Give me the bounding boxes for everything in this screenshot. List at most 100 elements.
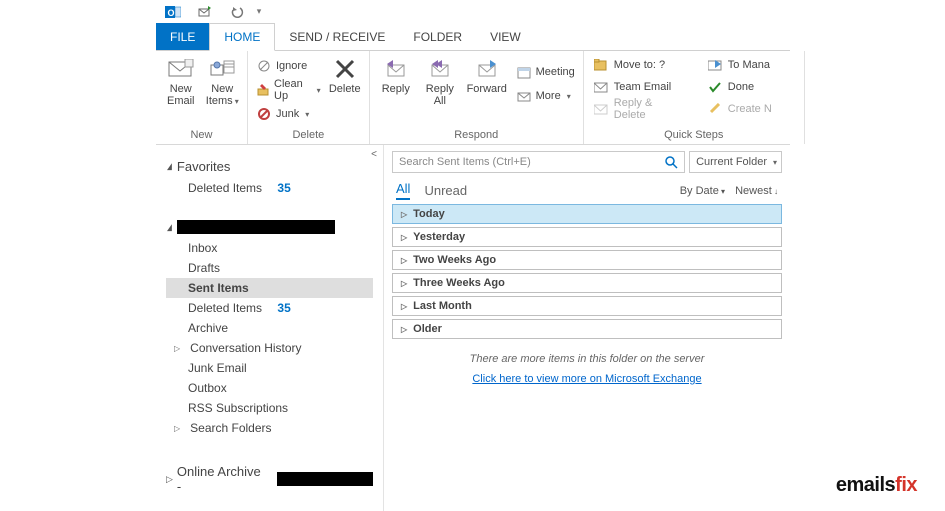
new-items-icon — [208, 57, 236, 81]
date-group-three-weeks[interactable]: ▷Three Weeks Ago — [392, 273, 782, 293]
reply-label: Reply — [382, 83, 410, 95]
nav-sent-items[interactable]: Sent Items — [166, 278, 373, 298]
nav-inbox[interactable]: Inbox — [166, 238, 373, 258]
reply-all-icon — [426, 57, 454, 81]
account-header[interactable]: ◢ — [166, 216, 373, 238]
ribbon-group-delete: Ignore Clean Up Junk Delete Delete — [248, 51, 370, 144]
delete-icon — [331, 57, 359, 81]
team-email-icon — [594, 80, 608, 94]
create-new-icon — [708, 102, 722, 116]
qs-create-new[interactable]: Create N — [708, 99, 798, 119]
nav-conversation-history[interactable]: ▷Conversation History — [166, 338, 373, 358]
new-email-label: New Email — [167, 83, 195, 107]
nav-outbox[interactable]: Outbox — [166, 378, 373, 398]
search-placeholder: Search Sent Items (Ctrl+E) — [399, 156, 531, 168]
group-label-respond: Respond — [376, 127, 577, 144]
date-group-two-weeks[interactable]: ▷Two Weeks Ago — [392, 250, 782, 270]
online-archive-header[interactable]: ▷Online Archive - — [166, 460, 373, 498]
view-more-link[interactable]: Click here to view more on Microsoft Exc… — [472, 373, 701, 385]
ribbon-group-new: New Email New Items New — [156, 51, 248, 144]
reply-button[interactable]: Reply — [376, 53, 416, 95]
watermark-logo: emailsfix — [836, 474, 917, 497]
sort-newest[interactable]: Newest — [735, 185, 778, 197]
more-respond-button[interactable]: More — [514, 85, 577, 107]
search-icon[interactable] — [664, 155, 678, 169]
folder-navigation-pane: < ◢Favorites Deleted Items 35 ◢ Inbox Dr… — [156, 145, 384, 511]
tab-send-receive[interactable]: SEND / RECEIVE — [275, 23, 399, 50]
send-receive-icon[interactable] — [196, 3, 214, 21]
search-scope-dropdown[interactable]: Current Folder — [689, 151, 782, 173]
ignore-label: Ignore — [276, 60, 307, 72]
tab-home[interactable]: HOME — [209, 23, 275, 51]
ribbon-tabs: FILE HOME SEND / RECEIVE FOLDER VIEW — [156, 23, 790, 51]
to-manager-icon — [708, 58, 722, 72]
ignore-button[interactable]: Ignore — [254, 55, 323, 77]
delete-button[interactable]: Delete — [327, 53, 363, 95]
qat-customize-icon[interactable]: ▾ — [250, 3, 268, 21]
new-items-button[interactable]: New Items — [204, 53, 242, 108]
reply-all-label: Reply All — [426, 83, 454, 107]
collapse-nav-icon[interactable]: < — [371, 149, 377, 160]
forward-label: Forward — [467, 83, 507, 95]
filter-unread[interactable]: Unread — [424, 183, 467, 198]
tab-file[interactable]: FILE — [156, 23, 209, 50]
reply-delete-icon — [594, 102, 608, 116]
search-input[interactable]: Search Sent Items (Ctrl+E) — [392, 151, 685, 173]
body-area: < ◢Favorites Deleted Items 35 ◢ Inbox Dr… — [156, 145, 790, 511]
qs-done[interactable]: Done — [708, 77, 798, 97]
nav-drafts[interactable]: Drafts — [166, 258, 373, 278]
tab-view[interactable]: VIEW — [476, 23, 535, 50]
message-list-pane: Search Sent Items (Ctrl+E) Current Folde… — [384, 145, 790, 511]
new-email-icon — [167, 57, 195, 81]
new-items-label: New Items — [206, 83, 239, 108]
reply-all-button[interactable]: Reply All — [420, 53, 460, 107]
outlook-logo-icon: O — [164, 3, 182, 21]
ignore-icon — [256, 58, 272, 74]
new-email-button[interactable]: New Email — [162, 53, 200, 107]
meeting-icon — [516, 64, 532, 80]
nav-deleted-items[interactable]: Deleted Items 35 — [166, 298, 373, 318]
more-icon — [516, 88, 532, 104]
forward-icon — [473, 57, 501, 81]
date-group-today[interactable]: ▷Today — [392, 204, 782, 224]
cleanup-label: Clean Up — [274, 78, 311, 102]
junk-button[interactable]: Junk — [254, 103, 323, 125]
date-group-older[interactable]: ▷Older — [392, 319, 782, 339]
tab-folder[interactable]: FOLDER — [399, 23, 476, 50]
redacted-archive-name — [277, 472, 373, 486]
nav-search-folders[interactable]: ▷Search Folders — [166, 418, 373, 438]
done-icon — [708, 80, 722, 94]
qs-move-to[interactable]: Move to: ? — [594, 55, 684, 75]
group-label-delete: Delete — [254, 127, 363, 144]
filter-all[interactable]: All — [396, 181, 410, 200]
folder-move-icon — [594, 58, 608, 72]
meeting-button[interactable]: Meeting — [514, 61, 577, 83]
date-group-last-month[interactable]: ▷Last Month — [392, 296, 782, 316]
qs-team-email[interactable]: Team Email — [594, 77, 684, 97]
cleanup-button[interactable]: Clean Up — [254, 79, 323, 101]
junk-icon — [256, 106, 272, 122]
junk-label: Junk — [276, 108, 299, 120]
reply-icon — [382, 57, 410, 81]
qs-to-manager[interactable]: To Mana — [708, 55, 798, 75]
nav-rss-subscriptions[interactable]: RSS Subscriptions — [166, 398, 373, 418]
redacted-account-name — [177, 220, 335, 234]
nav-archive[interactable]: Archive — [166, 318, 373, 338]
svg-text:O: O — [168, 8, 175, 18]
undo-icon[interactable] — [228, 3, 246, 21]
favorites-header[interactable]: ◢Favorites — [166, 155, 373, 178]
more-label: More — [536, 90, 561, 102]
meeting-label: Meeting — [536, 66, 575, 78]
delete-label: Delete — [329, 83, 361, 95]
date-group-yesterday[interactable]: ▷Yesterday — [392, 227, 782, 247]
more-items-message: There are more items in this folder on t… — [392, 353, 782, 365]
qs-reply-delete[interactable]: Reply & Delete — [594, 99, 684, 119]
nav-fav-deleted-items[interactable]: Deleted Items 35 — [166, 178, 373, 198]
sort-by-date[interactable]: By Date — [680, 185, 725, 197]
ribbon: New Email New Items New Ignore Clean Up — [156, 51, 790, 145]
nav-junk-email[interactable]: Junk Email — [166, 358, 373, 378]
forward-button[interactable]: Forward — [464, 53, 510, 95]
group-label-new: New — [162, 127, 241, 144]
ribbon-group-respond: Reply Reply All Forward Meeting More — [370, 51, 584, 144]
group-label-quicksteps: Quick Steps — [590, 127, 798, 144]
